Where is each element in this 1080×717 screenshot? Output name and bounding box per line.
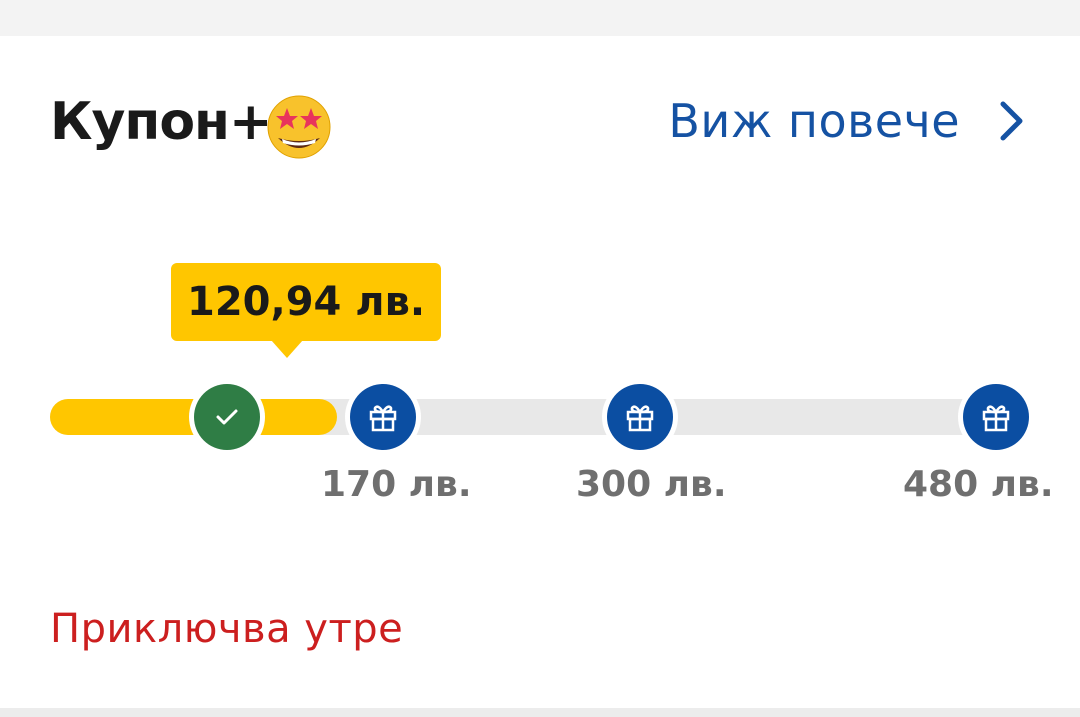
coupon-card: Купон+ Виж повече 120,94 лв. 170 лв. 300… [0, 36, 1080, 708]
milestone-label-170: 170 лв. [321, 464, 472, 505]
expiry-text: Приключва утре [50, 606, 404, 652]
gift-icon [369, 405, 397, 432]
milestone-480[interactable] [958, 379, 1034, 455]
gift-icon [982, 405, 1010, 432]
coupon-title: Купон+ [50, 92, 273, 152]
current-amount-tooltip: 120,94 лв. [171, 263, 442, 341]
gift-icon [626, 405, 654, 432]
top-divider [0, 0, 1080, 37]
see-more-label: Виж повече [668, 94, 960, 148]
current-amount: 120,94 лв. [187, 279, 426, 325]
milestone-300[interactable] [602, 379, 678, 455]
see-more-link[interactable]: Виж повече [668, 94, 1026, 148]
check-icon [216, 409, 238, 425]
tooltip-pointer [271, 340, 303, 358]
star-struck-emoji-icon [267, 95, 331, 159]
milestone-label-480: 480 лв. [903, 464, 1054, 505]
chevron-right-icon [1000, 101, 1023, 141]
milestone-label-300: 300 лв. [576, 464, 727, 505]
milestone-170[interactable] [345, 379, 421, 455]
progress-marker [189, 379, 265, 455]
